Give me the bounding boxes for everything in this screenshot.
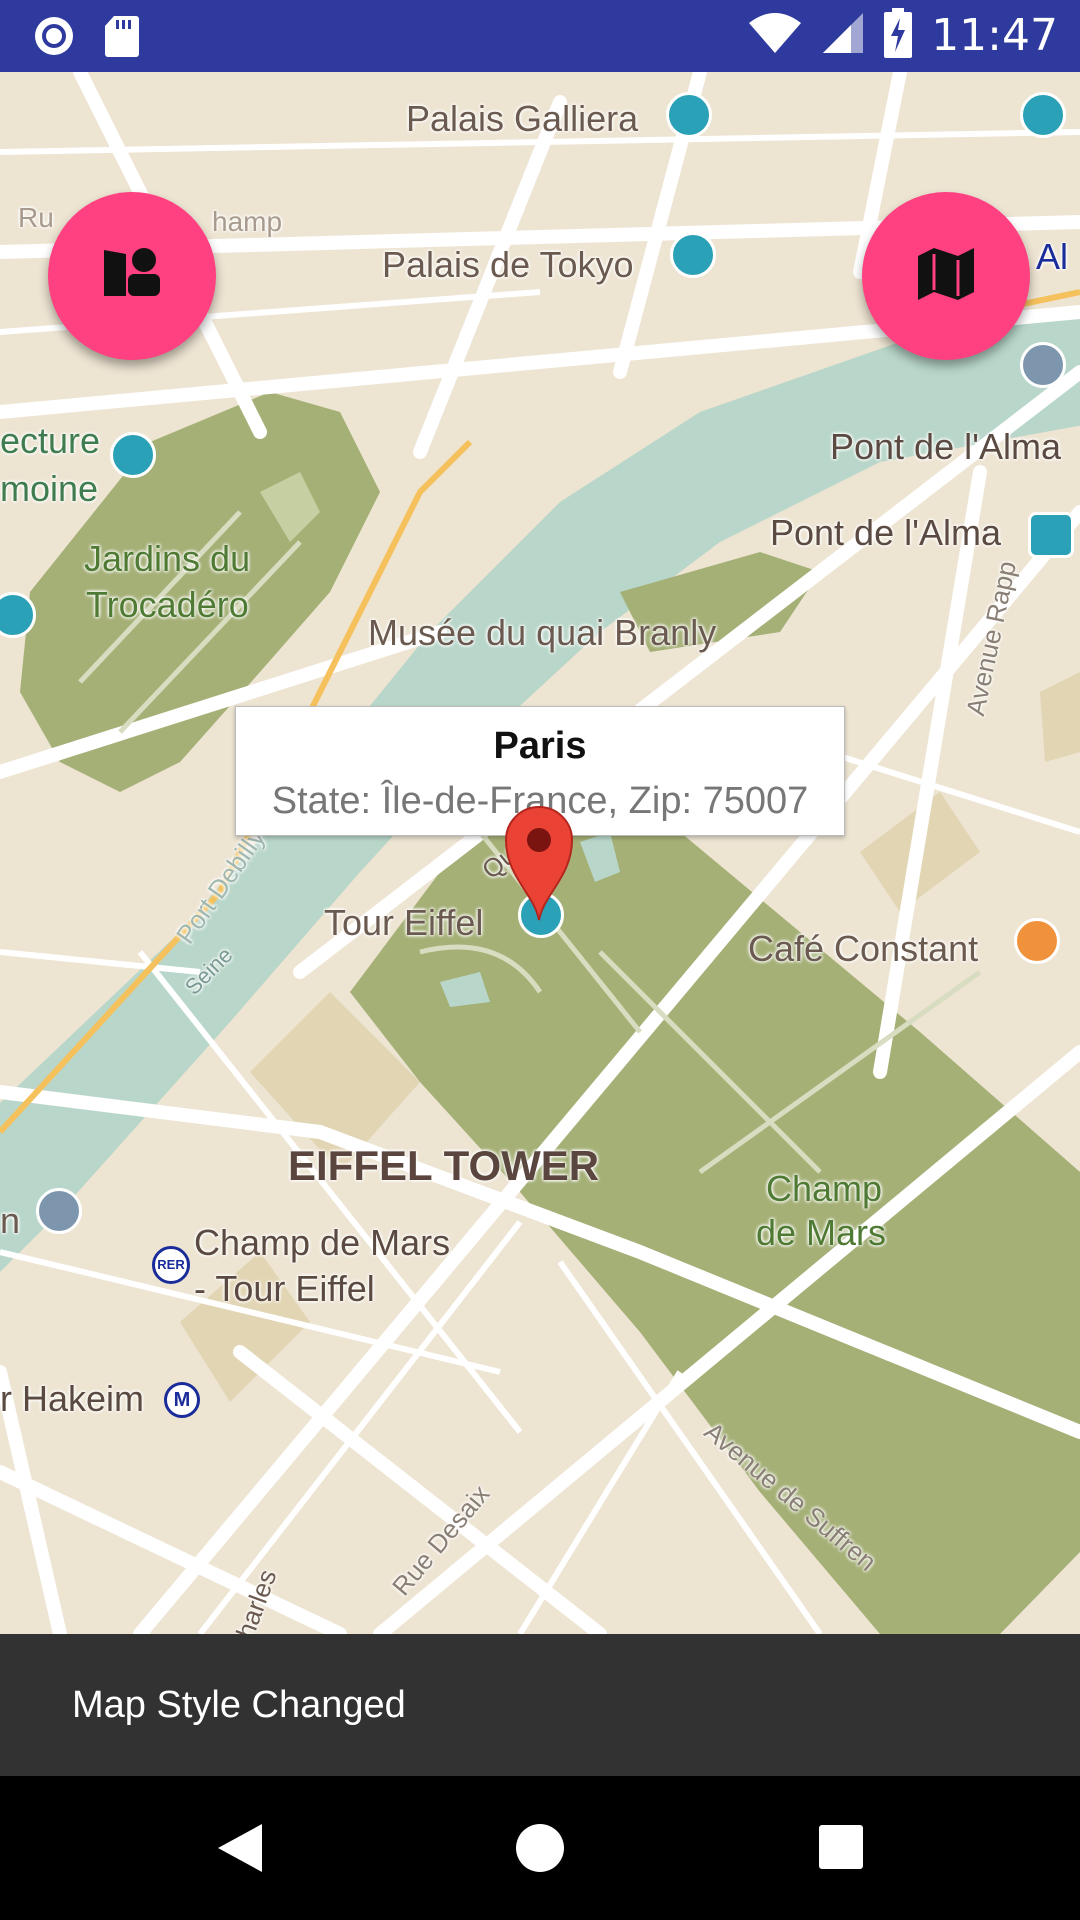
person-pin-icon: [100, 242, 164, 311]
art-museum-poi-icon[interactable]: [670, 232, 716, 278]
museum-poi-icon[interactable]: [666, 92, 712, 138]
label-champ-part: hamp: [212, 206, 283, 237]
navigation-bar: [0, 1776, 1080, 1920]
label-trocadero: Trocadéro: [86, 584, 249, 625]
sd-card-icon: [104, 14, 140, 63]
sync-icon: [32, 14, 76, 63]
label-pont-alma-1: Pont de l'Alma: [830, 426, 1061, 467]
label-eiffel-tower: EIFFEL TOWER: [288, 1142, 600, 1189]
info-window-title: Paris: [493, 725, 587, 767]
rer-label: RER: [157, 1257, 185, 1272]
signal-icon: [821, 11, 865, 60]
label-cafe-constant: Café Constant: [748, 928, 979, 969]
map-marker-icon[interactable]: [500, 798, 578, 922]
label-jardins: Jardins du: [84, 538, 251, 579]
status-bar: 11:47: [0, 0, 1080, 72]
clock: 11:47: [931, 10, 1058, 61]
label-champ-de-mars-station-1: Champ de Mars: [194, 1222, 451, 1263]
map-type-fab-button[interactable]: [862, 192, 1030, 360]
theater-poi-icon[interactable]: [1020, 92, 1066, 138]
label-architecture: ecture: [0, 420, 101, 461]
bridge-poi-icon[interactable]: [1020, 342, 1066, 388]
rer-station-icon[interactable]: RER: [152, 1246, 190, 1284]
snackbar-message: Map Style Changed: [72, 1684, 406, 1726]
museum-poi-icon-2[interactable]: [110, 432, 156, 478]
map-icon: [916, 244, 976, 309]
label-palais-tokyo: Palais de Tokyo: [382, 244, 634, 285]
cafe-poi-icon[interactable]: [1014, 918, 1060, 964]
label-champ-mars-park-2: de Mars: [756, 1212, 887, 1253]
label-left-n: n: [0, 1200, 21, 1241]
battery-charging-icon: [883, 8, 913, 63]
label-tour-eiffel: Tour Eiffel: [324, 902, 484, 943]
recents-icon[interactable]: [818, 1824, 864, 1875]
label-palais-galliera: Palais Galliera: [406, 98, 639, 139]
label-pont-alma-2: Pont de l'Alma: [770, 512, 1001, 553]
back-icon[interactable]: [214, 1822, 264, 1879]
label-bir-hakeim: r Hakeim: [0, 1378, 145, 1419]
metro-label: M: [173, 1389, 191, 1411]
label-champ-mars-park-1: Champ: [766, 1168, 883, 1209]
bridge-poi-icon-2[interactable]: [36, 1188, 82, 1234]
metro-station-icon[interactable]: M: [164, 1382, 200, 1418]
wifi-icon: [747, 11, 803, 60]
home-icon[interactable]: [514, 1822, 566, 1879]
label-champ-de-mars-station-2: - Tour Eiffel: [194, 1268, 375, 1309]
label-rue: Ru: [18, 202, 54, 233]
bus-stop-icon[interactable]: [1028, 512, 1074, 558]
person-pin-fab-button[interactable]: [48, 192, 216, 360]
label-alma-metro: Al: [1036, 236, 1069, 277]
map-view[interactable]: Palais Galliera Ru hamp Palais de Tokyo …: [0, 72, 1080, 1634]
snackbar: Map Style Changed: [0, 1634, 1080, 1776]
label-patrimoine: moine: [0, 468, 99, 509]
label-musee-quai-branly: Musée du quai Branly: [368, 612, 717, 653]
